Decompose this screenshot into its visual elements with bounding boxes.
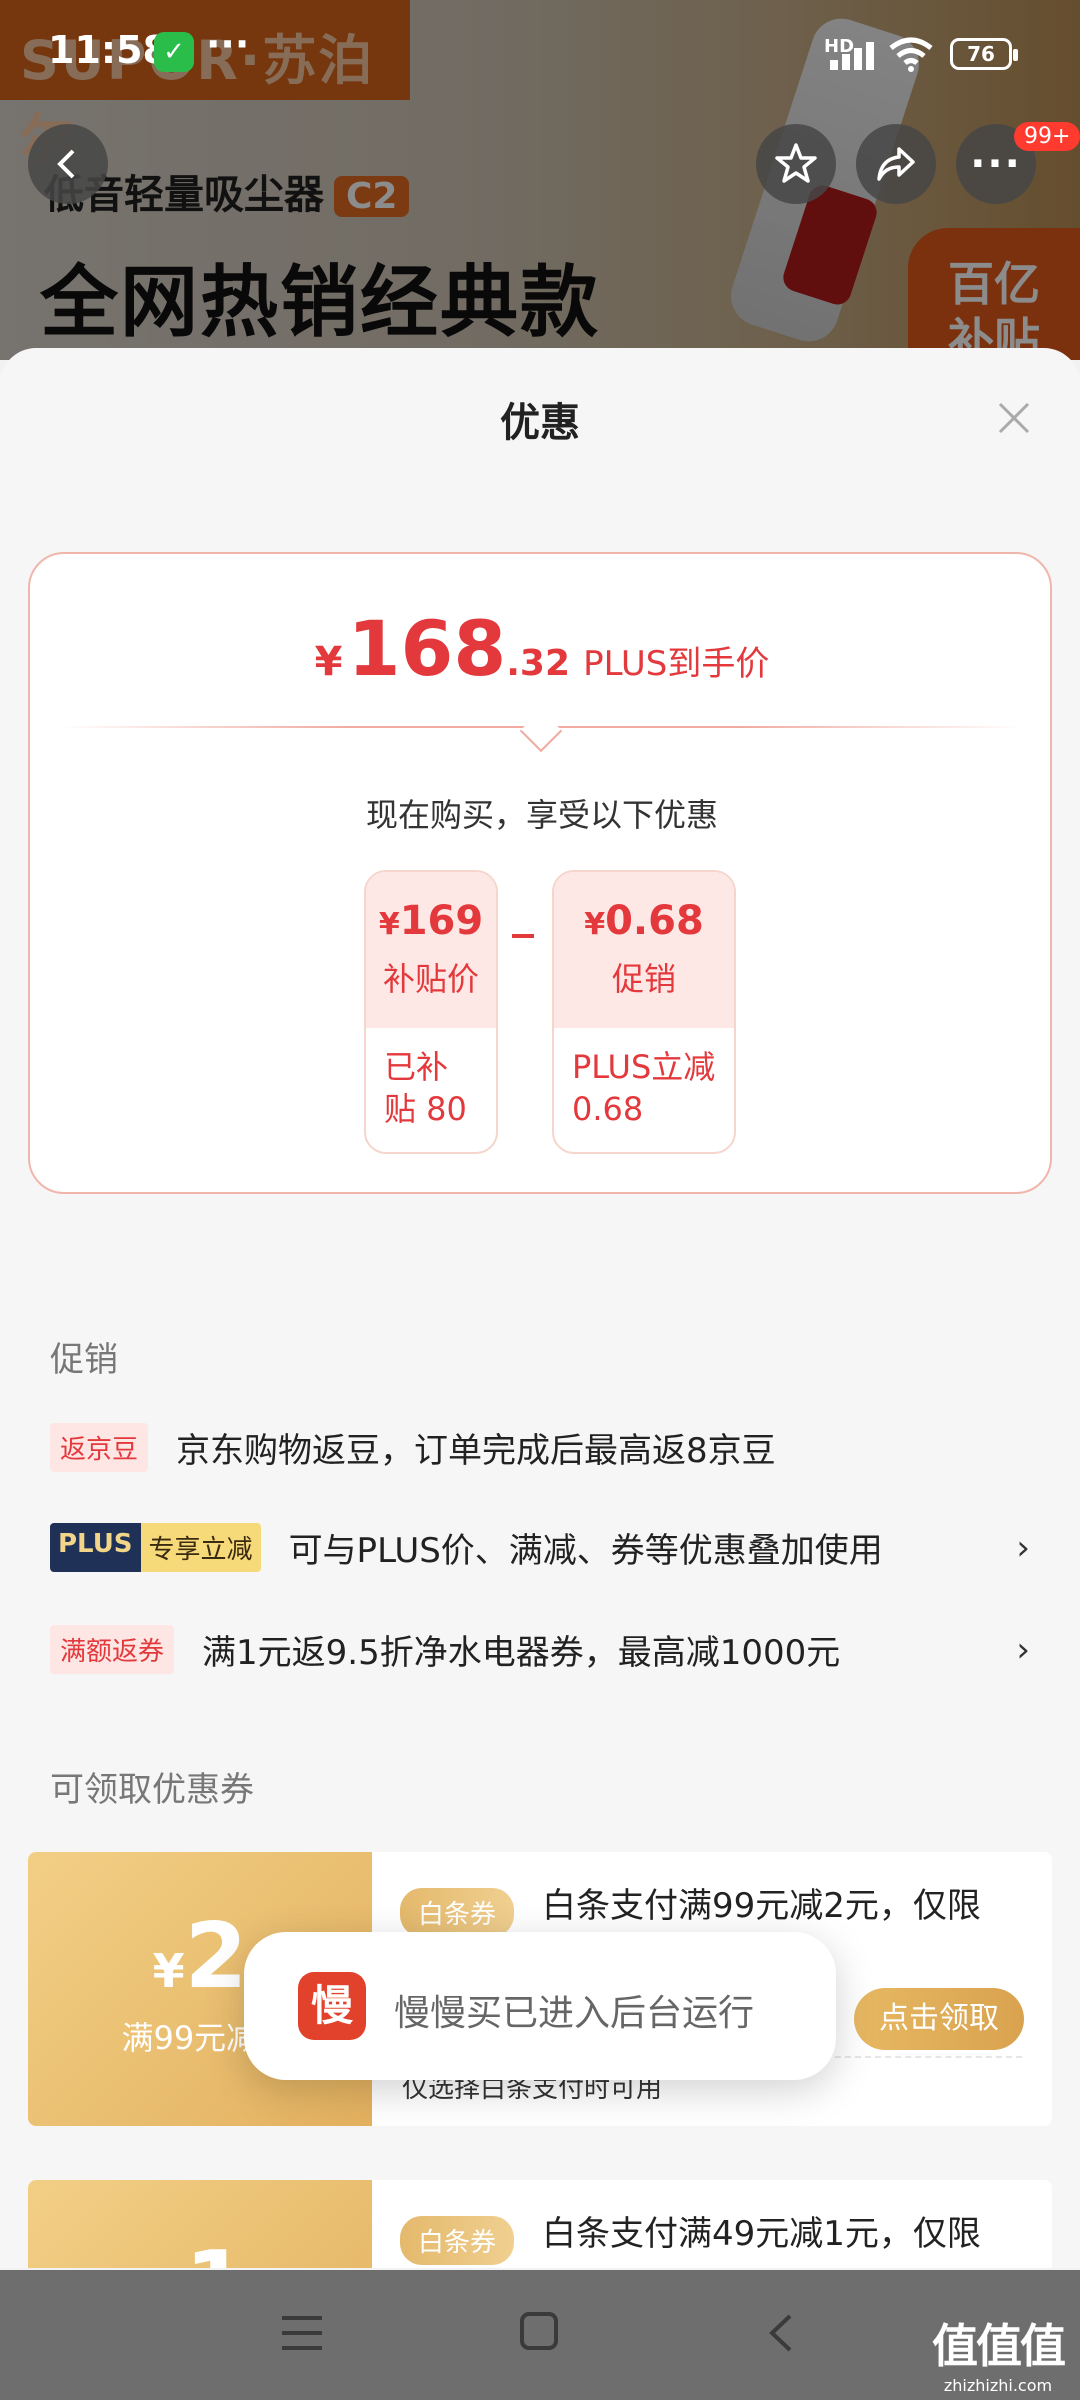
back-icon[interactable]: [762, 2312, 802, 2354]
promotions-title: 促销: [50, 1340, 118, 1380]
promo-text: 京东购物返豆，订单完成后最高返8京豆: [176, 1430, 776, 1471]
breakdown-label: 促销: [611, 960, 676, 998]
price-label: PLUS到手价: [583, 644, 770, 684]
price-decimal: .32: [506, 643, 571, 684]
price-card: ¥ 168.32 PLUS到手价 现在购买，享受以下优惠 ¥169 补贴价 已补…: [28, 552, 1052, 1194]
notification-badge: 99+: [1014, 122, 1080, 151]
minus-sign: [512, 934, 534, 938]
divider-notch: [519, 709, 563, 753]
chevron-right-icon: ›: [1016, 1528, 1030, 1568]
more-icon: ···: [970, 141, 1022, 187]
promo-text: 满1元返9.5折净水电器券，最高减1000元: [202, 1632, 841, 1673]
coupon-amount: 1: [185, 2232, 248, 2268]
breakdown-amount: 0.68: [605, 898, 704, 944]
favorite-button[interactable]: [756, 124, 836, 204]
promo-tag: 返京豆: [50, 1422, 149, 1472]
battery-icon: 76: [950, 38, 1018, 70]
coupon-tag: 白条券: [400, 2216, 515, 2265]
back-button[interactable]: [28, 124, 108, 204]
system-nav-bar: [0, 2270, 1080, 2400]
share-button[interactable]: [856, 124, 936, 204]
coupons-title: 可领取优惠券: [50, 1770, 254, 1810]
promo-row-beans: 返京豆 京东购物返豆，订单完成后最高返8京豆: [50, 1422, 1030, 1472]
status-more: ···: [206, 22, 250, 66]
background-run-toast: 慢 慢慢买已进入后台运行: [244, 1932, 836, 2080]
toast-text: 慢慢买已进入后台运行: [394, 1993, 755, 2034]
menu-icon[interactable]: [282, 2316, 322, 2350]
breakdown-label: 补贴价: [382, 960, 479, 998]
claim-coupon-button[interactable]: 点击领取: [854, 1988, 1024, 2050]
signal-icon: [826, 40, 878, 70]
breakdown-detail: PLUS立减 0.68: [572, 1048, 716, 1128]
promo-tag: 满额返券: [50, 1624, 175, 1674]
coupon-tag: 白条券: [400, 1888, 515, 1937]
coupon-title: 白条支付满49元减1元，仅限: [542, 2214, 981, 2254]
plus-tag: PLUS 专享立减: [50, 1522, 261, 1572]
breakdown-subsidy: ¥169 补贴价 已补贴 80: [364, 870, 498, 1154]
home-icon[interactable]: [520, 2312, 558, 2350]
sheet-title: 优惠: [500, 400, 580, 446]
breakdown-promotion: ¥0.68 促销 PLUS立减 0.68: [552, 870, 736, 1154]
price-integer: 168: [347, 604, 507, 693]
coupon-card: ¥1 白条券 白条支付满49元减1元，仅限: [28, 2180, 1052, 2268]
wifi-icon: [889, 37, 933, 72]
final-price: ¥ 168.32 PLUS到手价: [314, 604, 770, 693]
chevron-left-icon: [57, 149, 75, 179]
breakdown-detail: 已补贴 80: [384, 1048, 467, 1128]
watermark: 值值值 zhizhizhi.com: [932, 2319, 1066, 2395]
coupon-amount-panel: ¥1: [28, 2180, 372, 2268]
promo-row-plus[interactable]: PLUS 专享立减 可与PLUS价、满减、券等优惠叠加使用 ›: [50, 1522, 1030, 1572]
promo-text: 可与PLUS价、满减、券等优惠叠加使用: [288, 1530, 883, 1571]
breakdown-amount: 169: [399, 898, 484, 944]
manmanmai-app-icon: 慢: [298, 1972, 366, 2040]
promo-row-coupon-return[interactable]: 满额返券 满1元返9.5折净水电器券，最高减1000元 ›: [50, 1624, 1030, 1674]
star-icon: [775, 143, 817, 183]
share-icon: [877, 147, 915, 181]
app-notification-icon: ✓: [154, 32, 194, 72]
chevron-right-icon: ›: [1016, 1630, 1030, 1670]
status-time: 11:58: [48, 28, 169, 72]
close-icon[interactable]: [994, 398, 1034, 438]
buy-now-text: 现在购买，享受以下优惠: [365, 796, 718, 834]
coupon-amount: 2: [184, 1904, 248, 2009]
status-bar: 11:58 ✓ ··· HD 76: [0, 0, 1080, 110]
